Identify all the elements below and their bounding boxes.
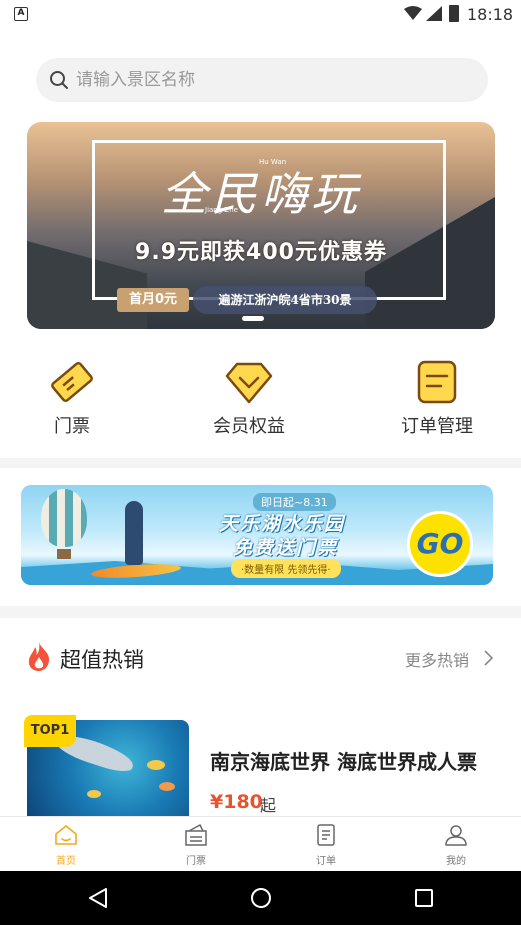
rank-badge: TOP1	[24, 715, 76, 747]
tab-order-label: 订单	[316, 856, 336, 867]
waterpark-ad-banner[interactable]: 即日起~8.31 天乐湖水乐园 免费送门票 ·数量有限 先领先得· GO	[21, 485, 493, 585]
quick-menu-ticket[interactable]: 门票	[0, 350, 152, 450]
ad-go-button[interactable]: GO	[407, 511, 473, 577]
product-name: 南京海底世界 海底世界成人票	[210, 750, 477, 774]
app-notification-icon: A	[14, 7, 28, 21]
banner-promo-text: 9.9元即获400元优惠券	[135, 240, 387, 265]
member-diamond-icon	[225, 362, 273, 404]
fire-icon	[28, 642, 50, 671]
banner-tag-first-month: 首月0元	[117, 288, 189, 312]
ad-note: ·数量有限 先领先得·	[231, 559, 341, 578]
banner-title: 全民嗨玩	[161, 167, 361, 221]
quick-menu-order-label: 订单管理	[401, 416, 473, 437]
product-card[interactable]: TOP1 南京海底世界 海底世界成人票 ¥180 起	[0, 715, 521, 820]
ad-title-line1: 天乐湖水乐园	[219, 513, 346, 535]
wifi-icon	[404, 6, 422, 20]
product-price: ¥180	[210, 791, 263, 813]
quick-menu-member[interactable]: 会员权益	[169, 350, 329, 450]
signal-icon	[426, 6, 442, 21]
hot-air-balloon-graphic	[41, 489, 87, 547]
order-list-icon	[417, 360, 457, 404]
more-hot-link[interactable]: 更多热销	[405, 647, 469, 671]
ticket-icon	[51, 361, 93, 403]
hot-section-header: 超值热销 更多热销	[0, 620, 521, 690]
search-input[interactable]	[76, 66, 476, 94]
recent-apps-icon[interactable]	[412, 886, 436, 910]
status-time: 18:18	[467, 5, 514, 24]
user-icon	[445, 825, 467, 846]
promo-banner[interactable]: Hu Wan 全民嗨玩 Jiang Zhe 9.9元即获400元优惠券 首月0元…	[27, 122, 495, 329]
home-circle-icon[interactable]	[249, 886, 273, 910]
banner-small-text-left: Jiang Zhe	[205, 206, 238, 214]
search-icon	[50, 71, 68, 89]
search-bar[interactable]	[36, 58, 488, 102]
bottom-tab-bar: 首页 门票 订单 我的	[0, 816, 521, 871]
home-icon	[55, 825, 77, 845]
status-bar: A 18:18	[0, 0, 521, 30]
tab-home-label: 首页	[56, 856, 76, 867]
banner-page-indicator	[242, 316, 264, 321]
order-tab-icon	[317, 824, 335, 846]
surfer-graphic	[125, 501, 143, 565]
fish-graphic	[159, 782, 175, 791]
balloon-basket-graphic	[57, 549, 71, 559]
quick-menu-member-label: 会员权益	[213, 416, 285, 437]
system-nav-bar	[0, 871, 521, 925]
ad-title-line2: 免费送门票	[233, 537, 339, 559]
battery-icon	[449, 5, 459, 22]
tab-mine[interactable]: 我的	[416, 817, 496, 872]
product-price-suffix: 起	[260, 796, 277, 815]
fish-graphic	[87, 790, 101, 798]
hot-section-title: 超值热销	[60, 648, 144, 672]
back-icon[interactable]	[86, 886, 110, 910]
tab-ticket[interactable]: 门票	[156, 817, 236, 872]
fish-graphic	[147, 760, 165, 770]
tab-home[interactable]: 首页	[26, 817, 106, 872]
quick-menu-order[interactable]: 订单管理	[357, 350, 517, 450]
section-divider	[0, 458, 521, 468]
tab-mine-label: 我的	[446, 856, 466, 867]
ticket-tab-icon	[185, 823, 207, 846]
home-screen: A 18:18 Hu Wan 全民嗨玩 Jiang Zhe 9.9元即获400元…	[0, 0, 521, 925]
banner-tag-tour: 遍游江浙沪皖4省市30景	[193, 286, 377, 314]
quick-menu-ticket-label: 门票	[54, 416, 90, 437]
chevron-right-icon[interactable]	[482, 649, 494, 667]
tab-order[interactable]: 订单	[286, 817, 366, 872]
section-divider	[0, 606, 521, 618]
tab-ticket-label: 门票	[186, 856, 206, 867]
